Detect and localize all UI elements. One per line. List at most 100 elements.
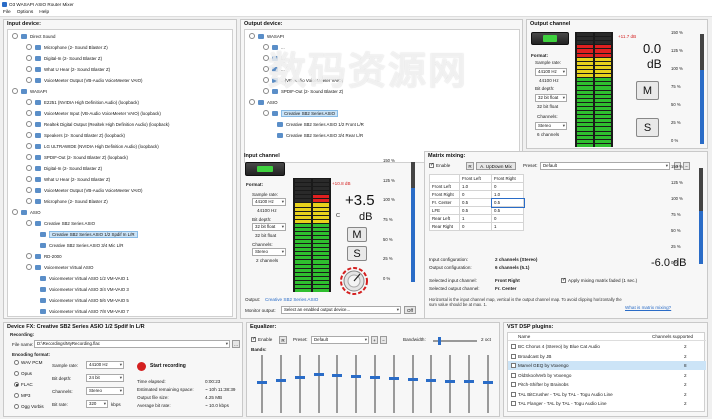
output-tree-item[interactable]: SPDIF-Out (2- Sound Blaster Z): [263, 87, 343, 95]
matrix-updown-button[interactable]: A. UpDown Mix: [476, 162, 516, 170]
eq-band-slider[interactable]: [313, 355, 324, 413]
expand-toggle-icon[interactable]: [26, 187, 32, 193]
vst-plugin-checkbox[interactable]: [511, 391, 516, 397]
vst-list[interactable]: Name Channels supported BC Chorus 4 (Ste…: [507, 332, 706, 412]
matrix-cell[interactable]: 1.0: [491, 190, 524, 199]
file-name-input[interactable]: D:\Recordings\MyRecording.flac: [34, 340, 230, 348]
input-tree-item[interactable]: What U Hear (2- Sound Blaster Z): [26, 65, 110, 73]
expand-toggle-icon[interactable]: [26, 110, 32, 116]
input-channel-enable-button[interactable]: [245, 162, 285, 176]
expand-toggle-icon[interactable]: [26, 176, 32, 182]
format-radio-ogg-vorbis[interactable]: Ogg Vorbis: [14, 404, 44, 410]
input-tree-item[interactable]: Realtek Digital Output (Realtek High Def…: [26, 120, 169, 128]
output-tree-item[interactable]: ...: [263, 43, 285, 51]
monitor-output-select[interactable]: Select an enabled output device...: [281, 306, 401, 314]
input-tree-item[interactable]: LG ULTRAWIDE (NVIDIA High Definition Aud…: [26, 142, 159, 150]
matrix-cell[interactable]: 1: [491, 222, 524, 231]
rec-channels-select[interactable]: Stereo: [86, 387, 124, 395]
output-tree-item[interactable]: Creative SB2 Series ASIO: [263, 109, 339, 117]
expand-toggle-icon[interactable]: [263, 66, 269, 72]
input-tree-item[interactable]: Voicemeeter Virtual ASIO 1/2 VM-VAIO 1: [40, 274, 129, 282]
matrix-fader-track[interactable]: [699, 168, 703, 264]
input-tree-item[interactable]: SPDIF-Out (2- Sound Blaster Z) (loopback…: [26, 153, 128, 161]
vst-plugin-row[interactable]: Broadcast by JB 2: [508, 352, 706, 361]
input-tree-item[interactable]: VoiceMeeter Output (VB-Audio VoiceMeeter…: [26, 186, 143, 194]
output-tree-item[interactable]: ...: [263, 65, 285, 73]
expand-toggle-icon[interactable]: [263, 88, 269, 94]
eq-band-slider[interactable]: [445, 355, 456, 413]
format-radio-flac[interactable]: FLAC: [14, 382, 33, 388]
expand-toggle-icon[interactable]: [249, 99, 255, 105]
vst-plugin-checkbox[interactable]: [511, 401, 516, 406]
format-radio-mp3[interactable]: MP3: [14, 393, 30, 399]
input-channels-select[interactable]: Stereo: [252, 248, 286, 256]
eq-band-thumb[interactable]: [370, 376, 380, 380]
rec-sample-rate-select[interactable]: 44100 Hz: [86, 361, 124, 369]
eq-band-thumb[interactable]: [407, 377, 418, 381]
eq-band-slider[interactable]: [482, 355, 493, 413]
input-tree-item[interactable]: Voicemeeter Virtual ASIO 3/4 VM-VAIO 3: [40, 285, 129, 293]
start-recording-button[interactable]: Start recording: [137, 360, 207, 372]
input-tree-item[interactable]: ASIO: [12, 208, 41, 216]
eq-band-thumb[interactable]: [482, 381, 493, 385]
eq-band-thumb[interactable]: [445, 379, 456, 383]
matrix-cell[interactable]: 0.5: [490, 197, 525, 208]
eq-band-slider[interactable]: [370, 355, 380, 413]
matrix-cell[interactable]: 0: [459, 190, 492, 199]
input-mute-button[interactable]: M: [347, 227, 367, 242]
expand-toggle-icon[interactable]: [26, 99, 32, 105]
input-tree-item[interactable]: Voicemeeter Virtual ASIO 7/8 VM-VAIO 7: [40, 307, 129, 315]
expand-toggle-icon[interactable]: [12, 209, 18, 215]
output-tree-item[interactable]: ...: [263, 54, 285, 62]
eq-reset-button[interactable]: R: [279, 336, 287, 344]
eq-band-slider[interactable]: [351, 355, 362, 413]
vst-plugin-checkbox[interactable]: [511, 382, 516, 387]
eq-band-slider[interactable]: [294, 355, 305, 413]
matrix-enable-checkbox[interactable]: Enable: [429, 162, 450, 169]
eq-band-thumb[interactable]: [313, 372, 324, 376]
bandwidth-slider-thumb[interactable]: [438, 337, 441, 345]
input-tree-item[interactable]: RD-2000: [26, 252, 62, 260]
vst-plugin-row[interactable]: TAL Flanger - TAL by TAL - Togu Audio Li…: [508, 399, 706, 408]
output-sample-rate-select[interactable]: 44100 Hz: [535, 68, 567, 76]
eq-preset-remove-button[interactable]: −: [380, 336, 387, 344]
expand-toggle-icon[interactable]: [263, 110, 269, 116]
vst-plugin-checkbox[interactable]: [511, 363, 516, 368]
eq-band-thumb[interactable]: [332, 374, 343, 378]
input-tree-item[interactable]: Creative SB2 Series ASIO 3/4 Mic L/R: [40, 241, 123, 249]
vst-plugin-row[interactable]: Pitch-Shifter by Brainobs 2: [508, 380, 706, 389]
input-tree-item[interactable]: Digital-In (2- Sound Blaster Z): [26, 164, 102, 172]
eq-band-thumb[interactable]: [257, 380, 268, 384]
eq-band-thumb[interactable]: [351, 375, 362, 379]
input-tree-item[interactable]: VoiceMeeter Output (VB-Audio VoiceMeeter…: [26, 76, 143, 84]
output-tree-item[interactable]: WASAPI: [249, 32, 284, 40]
output-solo-button[interactable]: S: [636, 118, 659, 137]
matrix-cell[interactable]: 0.5: [491, 206, 524, 215]
output-tree-item[interactable]: Creative SB2 Series ASIO 3/4 Rear L/R: [277, 131, 363, 139]
input-bit-depth-select[interactable]: 32 bit float: [252, 223, 286, 231]
matrix-cell[interactable]: 0: [491, 182, 524, 191]
eq-band-slider[interactable]: [407, 355, 418, 413]
eq-band-slider[interactable]: [426, 355, 437, 413]
eq-band-thumb[interactable]: [426, 378, 437, 382]
input-tree-item[interactable]: Speakers (2- Sound Blaster Z) (loopback): [26, 131, 125, 139]
expand-toggle-icon[interactable]: [26, 143, 32, 149]
input-tree-item[interactable]: WASAPI: [12, 87, 47, 95]
matrix-cell[interactable]: 0: [491, 214, 524, 223]
browse-button[interactable]: …: [232, 340, 240, 348]
expand-toggle-icon[interactable]: [26, 121, 32, 127]
menu-help[interactable]: Help: [39, 10, 49, 15]
output-tree-item[interactable]: ASIO: [249, 98, 278, 106]
expand-toggle-icon[interactable]: [26, 165, 32, 171]
format-radio-opus[interactable]: Opus: [14, 371, 32, 377]
expand-toggle-icon[interactable]: [12, 33, 18, 39]
input-tree-item[interactable]: Digital-In (2- Sound Blaster Z): [26, 54, 102, 62]
input-tree-item[interactable]: Voicemeeter Virtual ASIO: [26, 263, 93, 271]
eq-band-thumb[interactable]: [276, 378, 287, 382]
eq-preset-add-button[interactable]: +: [371, 336, 378, 344]
matrix-preset-select[interactable]: Default: [540, 162, 670, 170]
matrix-cell[interactable]: 1: [459, 214, 492, 223]
vst-plugin-checkbox[interactable]: [511, 372, 516, 378]
input-tree-item[interactable]: E2251 (NVIDIA High Definition Audio) (lo…: [26, 98, 139, 106]
expand-toggle-icon[interactable]: [249, 33, 255, 39]
